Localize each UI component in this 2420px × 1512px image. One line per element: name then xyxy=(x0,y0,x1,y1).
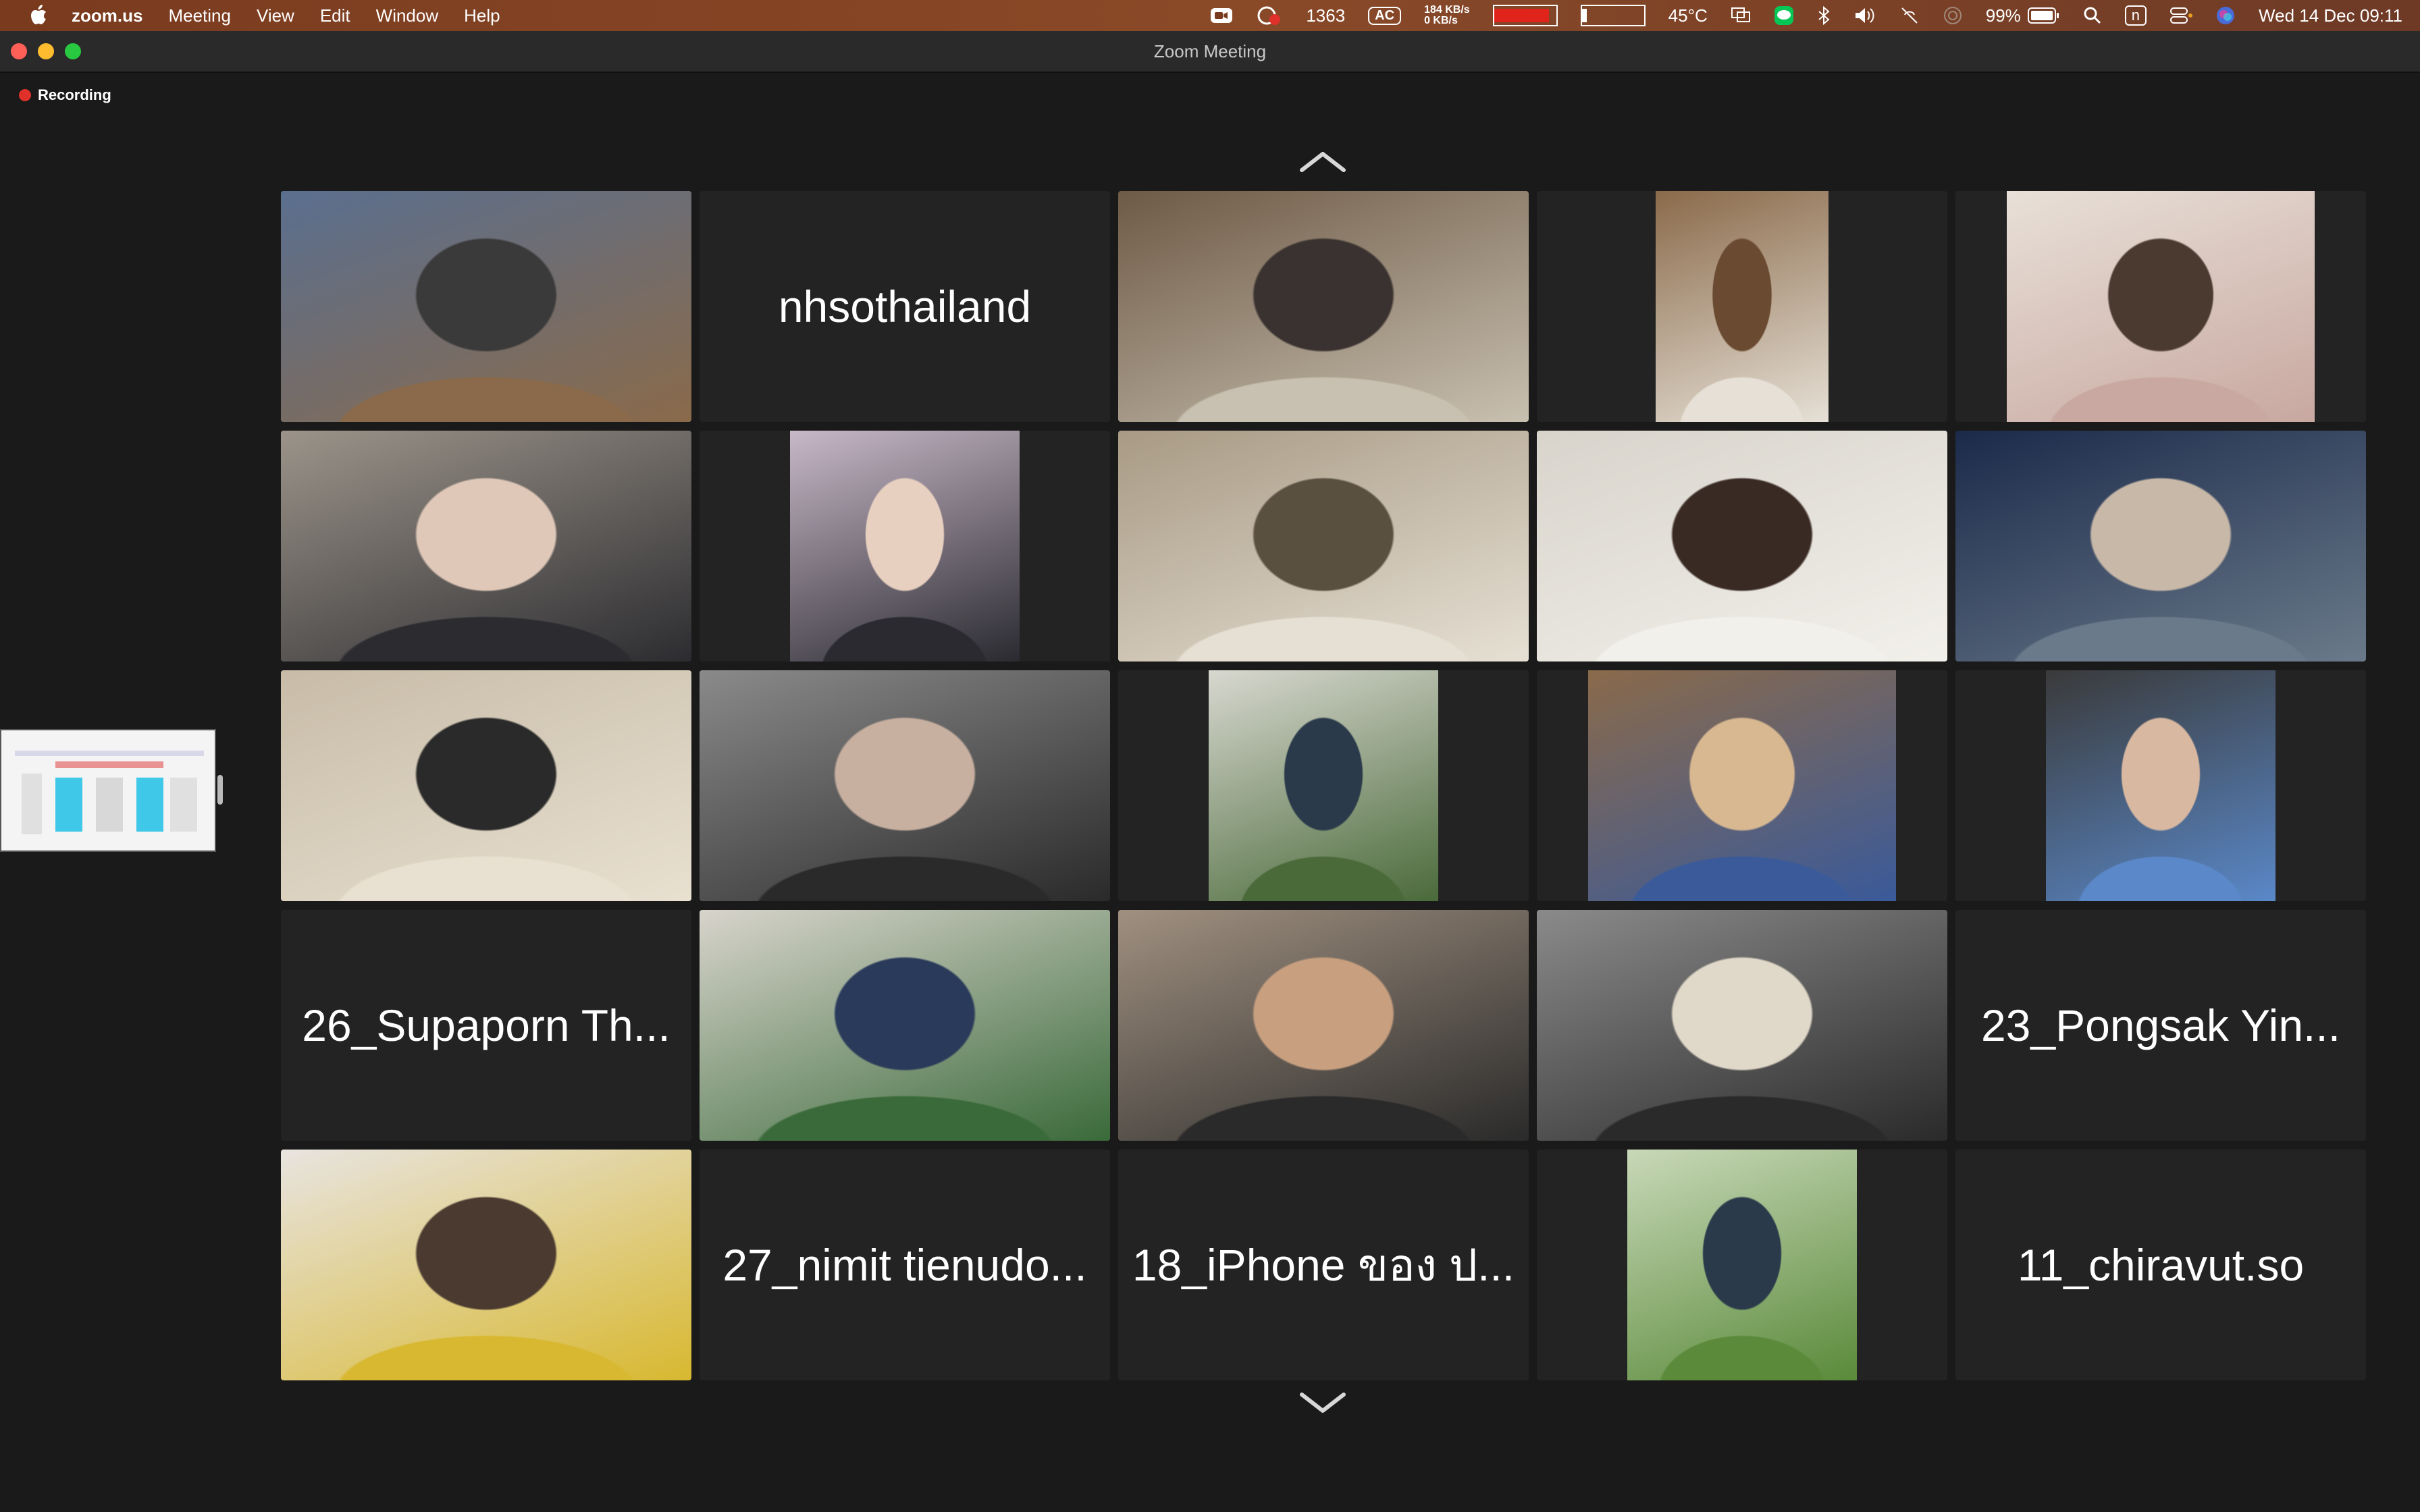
participant-tile-name-only[interactable]: 23_Pongsak Yin... xyxy=(1955,910,2366,1141)
meeting-area: Recording nhsothailand 26_Supaporn Th... 2… xyxy=(0,73,2420,1512)
man-with-glasses-video-feed xyxy=(281,431,691,662)
network-speed: 184 KB/s 0 KB/s xyxy=(1424,5,1470,26)
participant-tile-video[interactable] xyxy=(1955,431,2366,662)
chevron-down-icon[interactable] xyxy=(1298,1389,1348,1416)
participant-tile-video[interactable] xyxy=(1537,910,1947,1141)
display-icon[interactable] xyxy=(1731,7,1751,24)
recording-dot-icon xyxy=(19,89,31,101)
menu-view[interactable]: View xyxy=(257,5,294,26)
n-app-icon[interactable]: n xyxy=(2124,5,2147,26)
screen-record-icon[interactable] xyxy=(1256,5,1283,26)
airdrop-icon[interactable] xyxy=(1943,5,1963,26)
ac-badge-label: AC xyxy=(1375,7,1395,23)
participant-tile-video[interactable] xyxy=(1537,1150,1947,1380)
traffic-lights xyxy=(11,43,81,59)
man-with-phone-video-feed xyxy=(1537,910,1947,1141)
participant-tile-video[interactable] xyxy=(281,670,691,901)
participant-tile-video[interactable] xyxy=(700,910,1110,1141)
n-badge-label: n xyxy=(2131,7,2140,24)
participant-tile-name-only[interactable]: 11_chiravut.so xyxy=(1955,1150,2366,1380)
participant-tile-video[interactable] xyxy=(1537,191,1947,422)
participant-tile-name-only[interactable]: 18_iPhone ของ ป... xyxy=(1118,1150,1529,1380)
military-officer-video-feed xyxy=(1118,431,1529,662)
participant-name: 11_chiravut.so xyxy=(2017,1240,2305,1290)
menu-edit[interactable]: Edit xyxy=(320,5,350,26)
temperature: 45°C xyxy=(1668,5,1708,26)
empty-room-video-feed xyxy=(281,670,691,901)
participant-tile-video[interactable] xyxy=(700,670,1110,901)
participant-tile-name-only[interactable]: 26_Supaporn Th... xyxy=(281,910,691,1141)
window-title: Zoom Meeting xyxy=(1153,40,1267,61)
shared-screen-thumbnail[interactable] xyxy=(0,729,216,852)
participant-tile-video[interactable] xyxy=(1955,191,2366,422)
minimize-button[interactable] xyxy=(38,43,54,59)
man-in-blue-shirt-video-feed xyxy=(1588,670,1896,901)
zoom-status-icon[interactable] xyxy=(1210,6,1233,25)
clock[interactable]: Wed 14 Dec 09:11 xyxy=(2259,5,2402,26)
zoom-button[interactable] xyxy=(65,43,81,59)
woman-by-statue-video-feed xyxy=(1208,670,1439,901)
man-in-suit-arms-crossed-video-feed xyxy=(789,431,1020,662)
close-button[interactable] xyxy=(11,43,27,59)
spreadsheet-preview-icon xyxy=(15,751,204,834)
participant-tile-video[interactable] xyxy=(1537,670,1947,901)
net-up: 184 KB/s xyxy=(1424,4,1470,16)
woman-reading-video-feed xyxy=(700,670,1110,901)
participant-name: 26_Supaporn Th... xyxy=(302,1000,670,1050)
status-counter: 1363 xyxy=(1306,5,1346,26)
participant-tile-video[interactable] xyxy=(700,431,1110,662)
participant-tile-video[interactable] xyxy=(281,431,691,662)
recording-indicator[interactable]: Recording xyxy=(19,86,111,104)
net-down: 0 KB/s xyxy=(1424,15,1458,26)
window-title-bar: Zoom Meeting xyxy=(0,31,2420,73)
participant-tile-video[interactable] xyxy=(281,191,691,422)
menu-window[interactable]: Window xyxy=(376,5,438,26)
menu-bar: zoom.us Meeting View Edit Window Help 13… xyxy=(0,0,2420,31)
participant-name: nhsothailand xyxy=(778,281,1032,331)
older-man-video-feed xyxy=(2045,670,2276,901)
line-app-icon[interactable] xyxy=(1774,5,1794,26)
participant-name: 27_nimit tienudo... xyxy=(722,1240,1087,1290)
recording-label: Recording xyxy=(38,86,111,103)
chevron-up-icon[interactable] xyxy=(1298,148,1348,176)
focus-off-icon[interactable] xyxy=(1899,5,1920,26)
participant-tile-video[interactable] xyxy=(1118,431,1529,662)
participant-name: 23_Pongsak Yin... xyxy=(1980,1000,2341,1050)
participant-tile-name-only[interactable]: nhsothailand xyxy=(700,191,1110,422)
participant-tile-video[interactable] xyxy=(1118,670,1529,901)
apple-icon[interactable] xyxy=(23,0,53,31)
volume-icon[interactable] xyxy=(1853,6,1876,25)
woman-with-plant-video-feed xyxy=(700,910,1110,1141)
battery-percent: 99% xyxy=(1985,5,2021,26)
menu-help[interactable]: Help xyxy=(464,5,500,26)
man-in-white-coat-video-feed xyxy=(1656,191,1829,422)
participant-tile-video[interactable] xyxy=(1955,670,2366,901)
battery-icon[interactable] xyxy=(2027,7,2060,24)
participant-name: 18_iPhone ของ ป... xyxy=(1132,1239,1515,1290)
menu-meeting[interactable]: Meeting xyxy=(168,5,231,26)
man-with-scarf-video-feed xyxy=(1118,910,1529,1141)
participant-tile-video[interactable] xyxy=(1537,431,1947,662)
bluetooth-icon[interactable] xyxy=(1817,5,1831,26)
woman-with-glasses-video-feed xyxy=(2007,191,2315,422)
man-smelling-plant-video-feed xyxy=(1627,1150,1858,1380)
man-in-yellow-video-feed xyxy=(281,1150,691,1380)
participant-tile-video[interactable] xyxy=(1118,910,1529,1141)
participant-tile-video[interactable] xyxy=(1118,191,1529,422)
ac-badge: AC xyxy=(1368,6,1402,25)
participant-tile-video[interactable] xyxy=(281,1150,691,1380)
woman-by-window-video-feed xyxy=(1537,431,1947,662)
meeting-room-video-feed xyxy=(281,191,691,422)
search-icon[interactable] xyxy=(2083,6,2102,25)
thumbnail-drag-handle[interactable] xyxy=(217,775,223,805)
participant-tile-name-only[interactable]: 27_nimit tienudo... xyxy=(700,1150,1110,1380)
menu-app-name[interactable]: zoom.us xyxy=(72,5,142,26)
nested-zoom-gallery-video-feed xyxy=(1955,431,2366,662)
siri-icon[interactable] xyxy=(2215,5,2236,26)
cpu-meter xyxy=(1492,5,1558,26)
memory-meter xyxy=(1580,5,1646,26)
control-center-icon[interactable] xyxy=(2169,6,2193,25)
man-in-office-video-feed xyxy=(1118,191,1529,422)
